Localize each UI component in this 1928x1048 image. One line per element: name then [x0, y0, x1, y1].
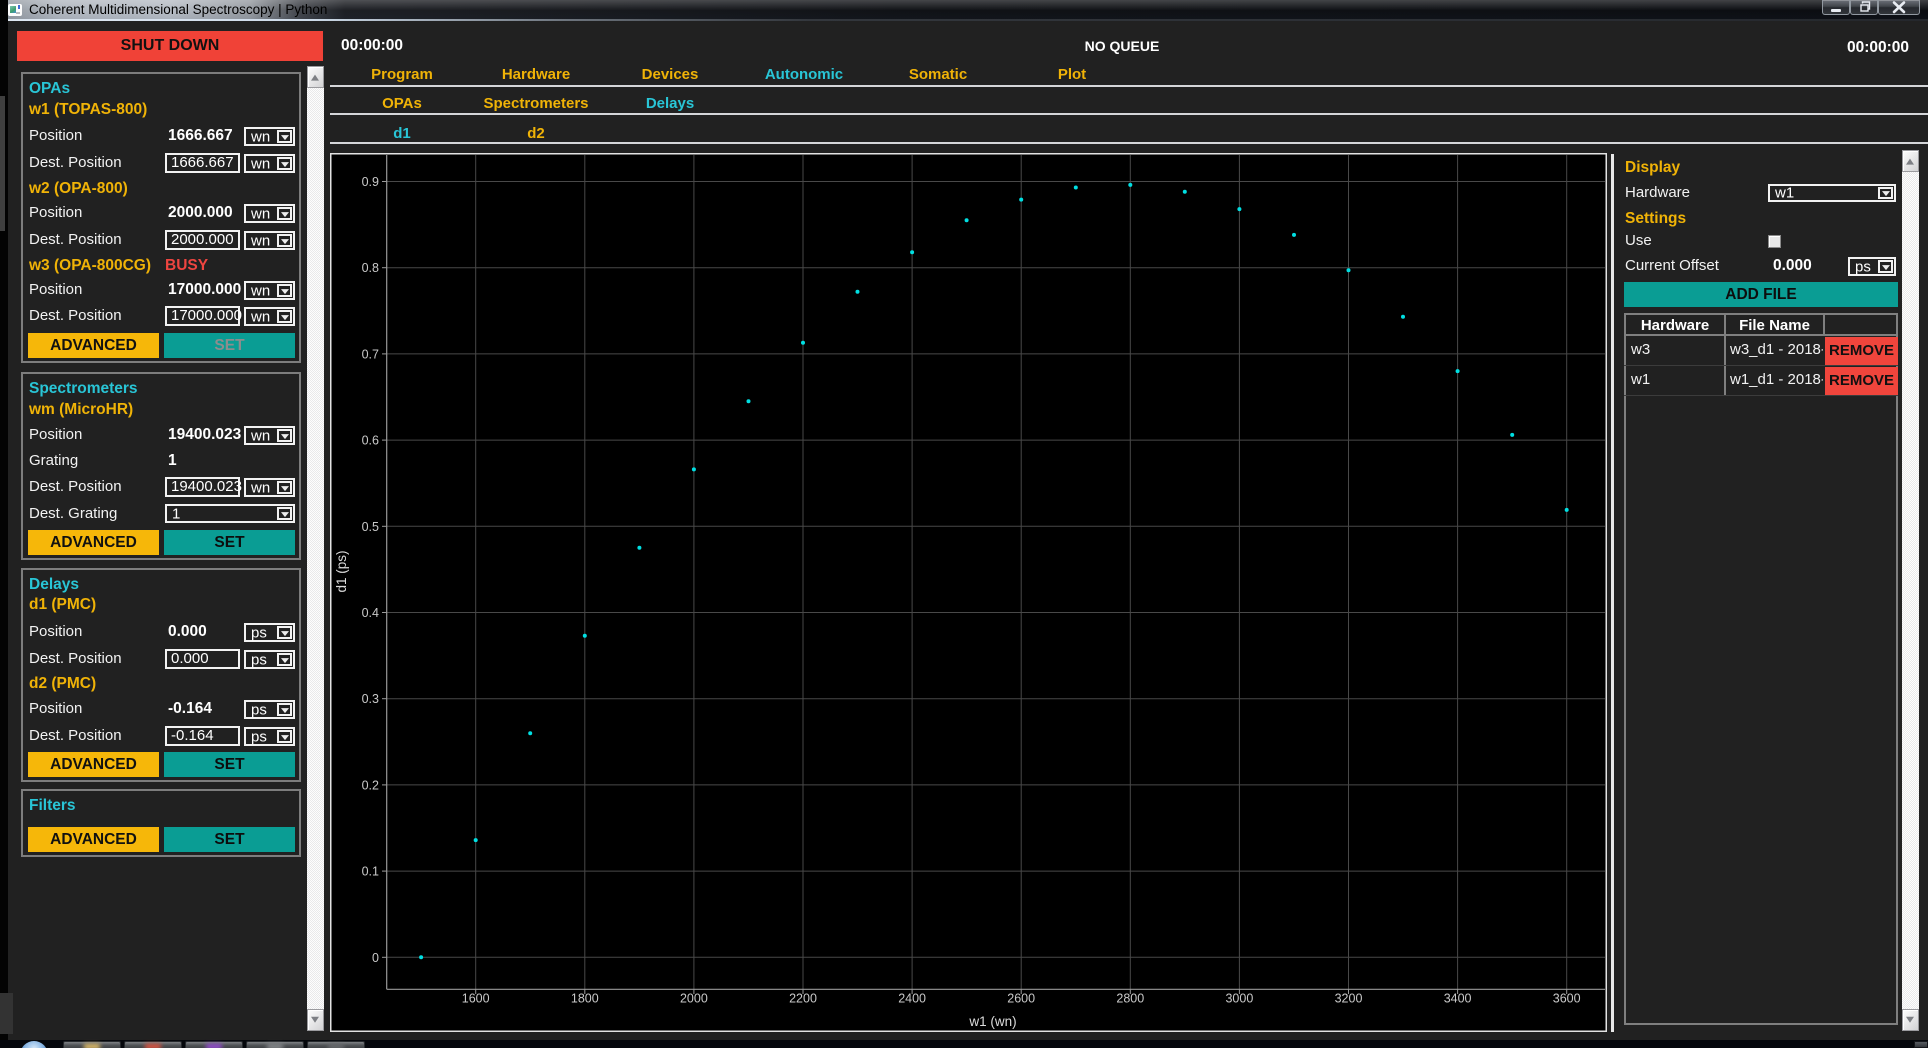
svg-text:2600: 2600: [1007, 992, 1035, 1006]
svg-text:3400: 3400: [1444, 992, 1472, 1006]
svg-text:2000: 2000: [680, 992, 708, 1006]
svg-text:0.6: 0.6: [362, 434, 379, 448]
svg-text:0: 0: [372, 951, 379, 965]
svg-text:d1 (ps): d1 (ps): [334, 550, 349, 592]
svg-text:3200: 3200: [1335, 992, 1363, 1006]
svg-text:0.7: 0.7: [362, 347, 379, 361]
svg-text:0.2: 0.2: [362, 778, 379, 792]
svg-text:0.5: 0.5: [362, 520, 379, 534]
svg-text:0.4: 0.4: [362, 606, 379, 620]
svg-text:0.9: 0.9: [362, 175, 379, 189]
svg-text:3000: 3000: [1225, 992, 1253, 1006]
svg-text:3600: 3600: [1553, 992, 1581, 1006]
svg-text:1800: 1800: [571, 992, 599, 1006]
svg-text:2400: 2400: [898, 992, 926, 1006]
svg-text:0.1: 0.1: [362, 865, 379, 879]
svg-text:0.8: 0.8: [362, 261, 379, 275]
svg-text:2200: 2200: [789, 992, 817, 1006]
svg-text:1600: 1600: [462, 992, 490, 1006]
svg-text:2800: 2800: [1116, 992, 1144, 1006]
svg-text:0.3: 0.3: [362, 692, 379, 706]
svg-text:w1 (wn): w1 (wn): [968, 1014, 1016, 1029]
